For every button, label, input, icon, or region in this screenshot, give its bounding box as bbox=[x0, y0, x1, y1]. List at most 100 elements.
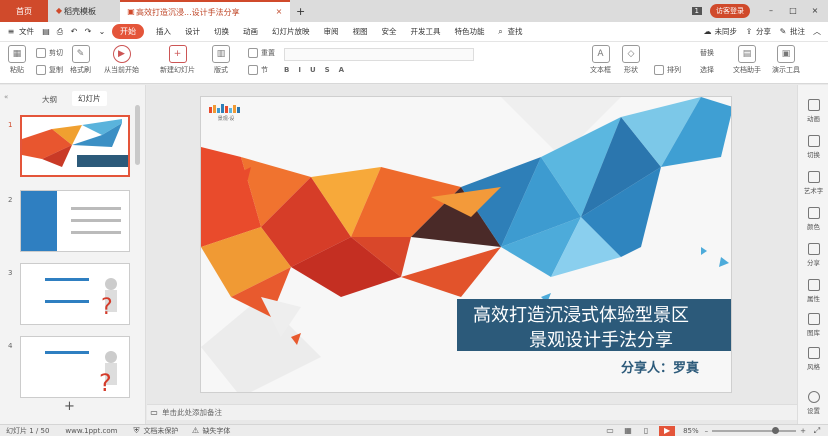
save-icon[interactable]: ▤ bbox=[41, 27, 51, 37]
sidebar-style[interactable]: 风格 bbox=[798, 347, 828, 371]
share-button[interactable]: 分享 bbox=[754, 26, 778, 37]
layout-icon: ▥ bbox=[212, 45, 230, 63]
slide-thumbnail-1[interactable] bbox=[20, 115, 130, 177]
sidebar-animation[interactable]: 动画 bbox=[798, 99, 828, 123]
login-button[interactable]: 访客登录 bbox=[710, 4, 750, 18]
menu-review[interactable]: 审阅 bbox=[317, 26, 346, 37]
layout-button[interactable]: ▥ 版式 bbox=[212, 45, 230, 75]
notes-pane[interactable]: ▭ 单击此处添加备注 bbox=[147, 404, 797, 420]
sidebar-transition[interactable]: 切换 bbox=[798, 135, 828, 159]
annotate-button[interactable]: 批注 bbox=[788, 26, 812, 37]
font-style-buttons[interactable]: BIUSA bbox=[284, 66, 353, 74]
search-icon[interactable]: ⌕ bbox=[496, 27, 506, 37]
sidebar-settings[interactable]: 设置 bbox=[798, 391, 828, 415]
paste-button[interactable]: ▦ 粘贴 bbox=[8, 45, 26, 75]
normal-view-icon[interactable]: ▭ bbox=[605, 426, 615, 436]
play-from-current-button[interactable]: ▶ 从当前开始 bbox=[104, 45, 139, 75]
section-button[interactable]: 节 bbox=[248, 65, 268, 75]
thumb-art-3: ? bbox=[45, 278, 117, 320]
menu-file[interactable]: 文件 bbox=[16, 26, 41, 37]
replace-button[interactable]: 替换 bbox=[700, 48, 714, 58]
sidebar-color[interactable]: 颜色 bbox=[798, 207, 828, 231]
annotate-icon[interactable]: ✎ bbox=[778, 27, 788, 37]
sidebar-properties[interactable]: 属性 bbox=[798, 279, 828, 303]
doc-assistant-button[interactable]: ▤ 文档助手 bbox=[733, 45, 761, 75]
undo-icon[interactable]: ↶ bbox=[69, 27, 79, 37]
select-button[interactable]: 选择 bbox=[700, 65, 714, 75]
format-painter-button[interactable]: ✎ 格式刷 bbox=[70, 45, 91, 75]
cut-button[interactable]: 剪切 bbox=[36, 48, 63, 58]
print-icon[interactable]: ⎙ bbox=[55, 27, 65, 37]
tab-close-icon[interactable]: × bbox=[274, 7, 284, 17]
sync-status[interactable]: 未同步 bbox=[713, 26, 745, 37]
slide-panel: « 大纲 幻灯片 1 2 3 ? 4 ? + bbox=[0, 85, 146, 424]
menu-insert[interactable]: 插入 bbox=[149, 26, 178, 37]
sidebar-share[interactable]: 分享 bbox=[798, 243, 828, 267]
notes-placeholder: 单击此处添加备注 bbox=[162, 408, 222, 417]
sidebar-gallery[interactable]: 图库 bbox=[798, 313, 828, 337]
new-tab-label: + bbox=[296, 4, 306, 18]
new-tab-button[interactable]: + bbox=[290, 0, 311, 22]
settings-icon bbox=[807, 391, 820, 403]
sidebar-wordart-label: 艺术字 bbox=[803, 187, 824, 195]
menu-transition[interactable]: 切换 bbox=[207, 26, 236, 37]
zoom-out-button[interactable]: – bbox=[705, 427, 709, 435]
slideshow-play-icon[interactable]: ▶ bbox=[659, 425, 676, 436]
add-slide-button[interactable]: + bbox=[64, 399, 75, 414]
ribbon-toolbar: ▦ 粘贴 剪切 复制 ✎ 格式刷 ▶ 从当前开始 + 新建幻灯片 ▥ 版式 重置… bbox=[0, 42, 828, 84]
menu-search[interactable]: 查找 bbox=[506, 26, 530, 37]
tab-document[interactable]: ▣ 高效打造沉浸...设计手法分享 × bbox=[120, 0, 290, 22]
more-icon[interactable]: ⌄ bbox=[97, 27, 107, 37]
share-icon[interactable]: ⇪ bbox=[744, 27, 754, 37]
slide-thumbnail-3[interactable]: ? bbox=[20, 263, 130, 325]
sync-icon[interactable]: ☁ bbox=[703, 27, 713, 37]
status-missing-font[interactable]: 缺失字体 bbox=[202, 426, 230, 436]
font-name-select[interactable] bbox=[284, 48, 474, 61]
textbox-button[interactable]: A 文本框 bbox=[590, 45, 611, 75]
menu-bar: ≡ 文件 ▤ ⎙ ↶ ↷ ⌄ 开始 插入 设计 切换 动画 幻灯片放映 审阅 视… bbox=[0, 22, 828, 42]
panel-scrollbar[interactable] bbox=[135, 105, 140, 165]
tab-outline[interactable]: 大纲 bbox=[42, 94, 57, 105]
sidebar-wordart[interactable]: 艺术字 bbox=[798, 171, 828, 195]
tab-docer[interactable]: ◆ 稻壳模板 bbox=[48, 0, 120, 22]
copy-button[interactable]: 复制 bbox=[36, 65, 63, 75]
zoom-level[interactable]: 85% bbox=[683, 427, 699, 435]
menu-animation[interactable]: 动画 bbox=[236, 26, 265, 37]
tab-slides[interactable]: 幻灯片 bbox=[72, 91, 107, 106]
minimize-icon[interactable]: – bbox=[766, 6, 776, 16]
hamburger-icon[interactable]: ≡ bbox=[6, 27, 16, 37]
close-window-icon[interactable]: × bbox=[810, 6, 820, 16]
slide-thumbnail-2[interactable] bbox=[20, 190, 130, 252]
zoom-slider[interactable] bbox=[712, 426, 797, 434]
menu-special[interactable]: 特色功能 bbox=[448, 26, 492, 37]
shape-button[interactable]: ◇ 形状 bbox=[622, 45, 640, 75]
new-slide-icon: + bbox=[168, 45, 187, 63]
collapse-panel-icon[interactable]: « bbox=[4, 93, 8, 101]
slide-thumbnail-4[interactable]: ? bbox=[20, 336, 130, 398]
fit-window-icon[interactable]: ⤢ bbox=[812, 426, 822, 436]
status-doc-protection[interactable]: 文档未保护 bbox=[143, 426, 178, 436]
reset-button[interactable]: 重置 bbox=[248, 48, 275, 58]
zoom-in-button[interactable]: + bbox=[800, 427, 806, 435]
menu-design[interactable]: 设计 bbox=[178, 26, 207, 37]
tab-home[interactable]: 首页 bbox=[0, 0, 48, 22]
arrange-button[interactable]: 排列 bbox=[654, 65, 681, 75]
presenter-tools-button[interactable]: ▣ 演示工具 bbox=[772, 45, 800, 75]
thumb-art-2 bbox=[21, 191, 121, 251]
menu-developer[interactable]: 开发工具 bbox=[404, 26, 448, 37]
maximize-icon[interactable]: □ bbox=[788, 6, 798, 16]
menu-slideshow[interactable]: 幻灯片放映 bbox=[265, 26, 317, 37]
main-slide[interactable]: 景观·设 高效打造沉浸式体验型景区 景观设计手法分享 分享人：罗真 bbox=[200, 96, 732, 393]
reading-view-icon[interactable]: ▯ bbox=[641, 426, 651, 436]
page-badge: 1 bbox=[691, 7, 702, 15]
menu-security[interactable]: 安全 bbox=[375, 26, 404, 37]
sorter-view-icon[interactable]: ▦ bbox=[623, 426, 633, 436]
menu-start[interactable]: 开始 bbox=[112, 24, 144, 39]
new-slide-button[interactable]: + 新建幻灯片 bbox=[160, 45, 195, 75]
zoom-slider-handle[interactable] bbox=[772, 426, 780, 434]
sidebar-settings-label: 设置 bbox=[807, 407, 820, 415]
shape-label: 形状 bbox=[624, 66, 638, 74]
redo-icon[interactable]: ↷ bbox=[83, 27, 93, 37]
collapse-ribbon-icon[interactable]: ︿ bbox=[812, 27, 822, 37]
menu-view[interactable]: 视图 bbox=[346, 26, 375, 37]
